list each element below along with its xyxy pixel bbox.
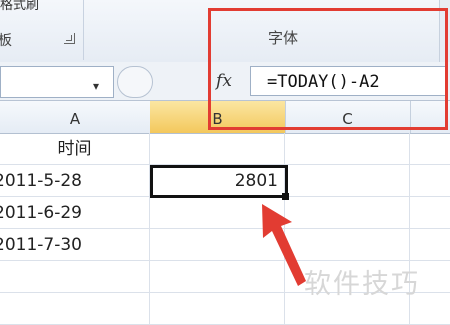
arrow-shape — [262, 204, 306, 286]
watermark: 软件技巧 — [304, 269, 420, 300]
